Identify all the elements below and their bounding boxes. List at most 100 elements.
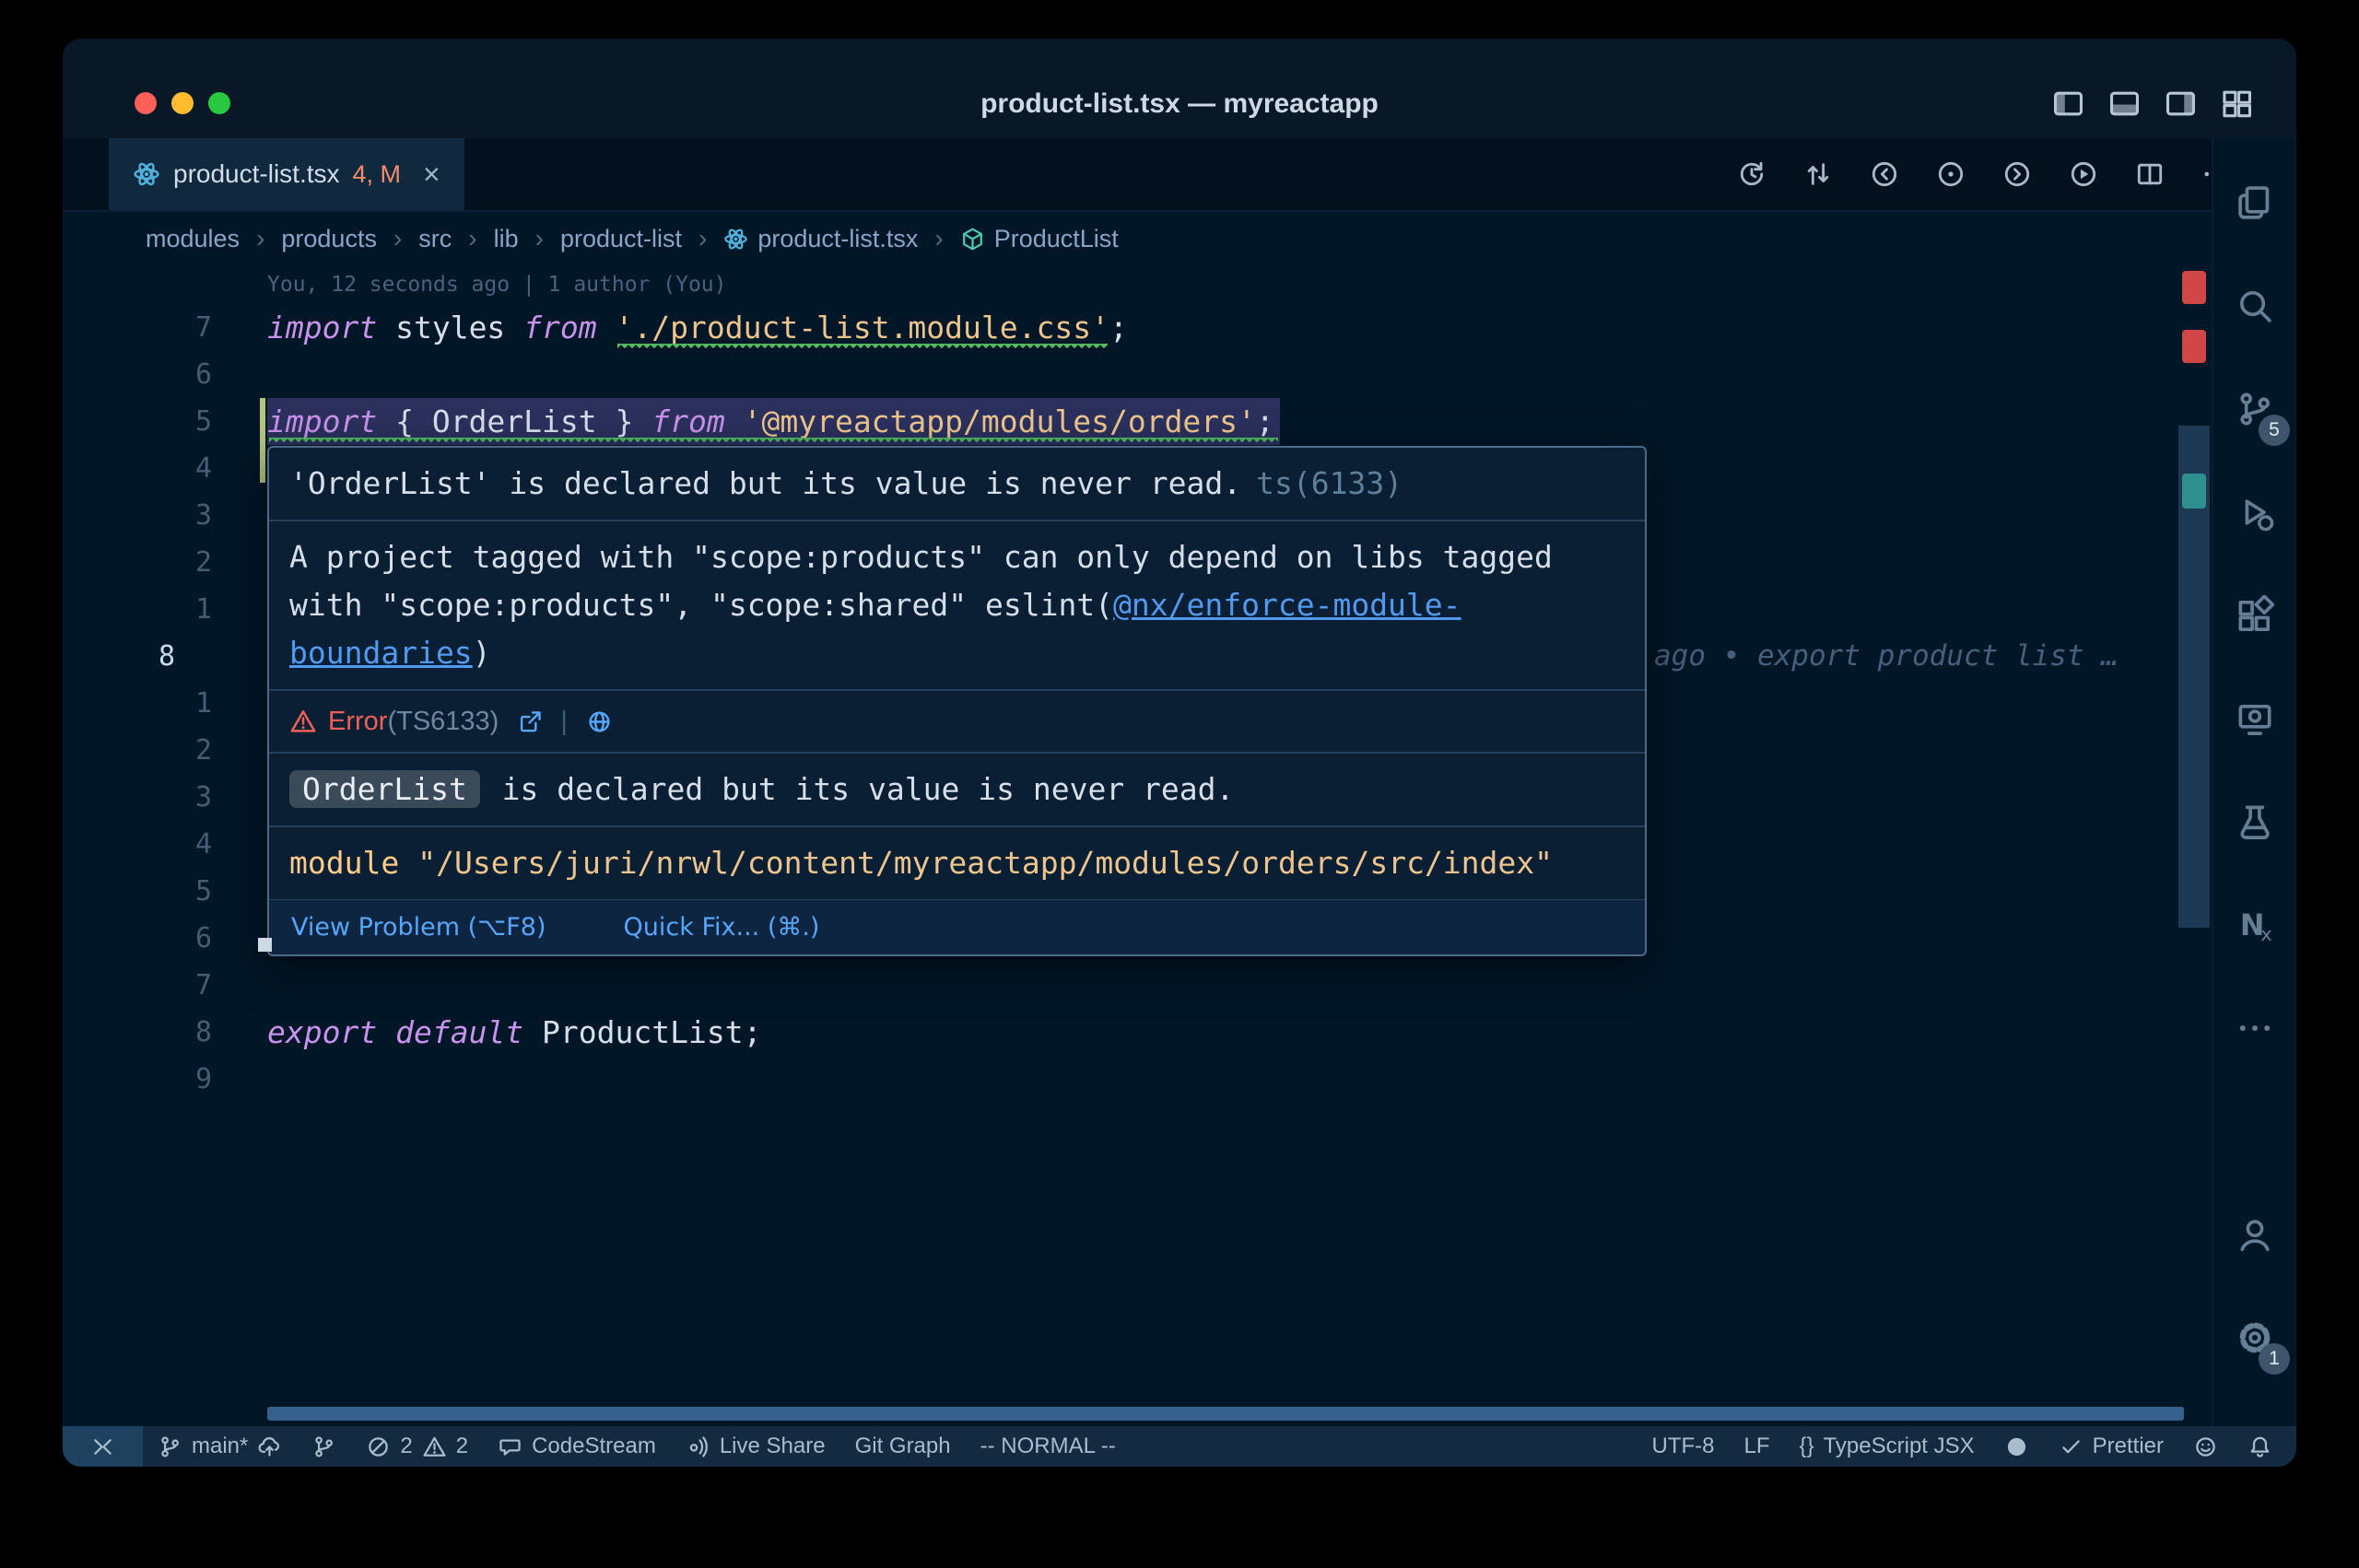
vscode-window: product-list.tsx — myreactapp product-li…: [63, 39, 2296, 1467]
manage[interactable]: 1: [2227, 1310, 2283, 1365]
github[interactable]: [1989, 1426, 2044, 1467]
tab-close-button[interactable]: ×: [423, 160, 440, 188]
symbol-chip: OrderList: [289, 770, 480, 808]
status-bar: main* 22CodeStreamLive Share Git Graph -- N…: [63, 1426, 2296, 1467]
chat-icon: [498, 1434, 522, 1459]
explorer[interactable]: [2227, 175, 2283, 230]
feedback[interactable]: [2178, 1426, 2233, 1467]
separator: |: [560, 703, 568, 740]
line-number: 5: [142, 868, 212, 915]
extensions[interactable]: [2227, 588, 2283, 643]
smiley-icon: [2193, 1434, 2218, 1459]
breadcrumb-label: product-list.tsx: [757, 225, 918, 253]
git-graph[interactable]: Git Graph: [840, 1426, 966, 1467]
end-of-line[interactable]: LF: [1730, 1426, 1785, 1467]
toggle-primary-sidebar[interactable]: [2051, 87, 2085, 121]
testing[interactable]: [2227, 794, 2283, 849]
remote-explorer[interactable]: [2227, 691, 2283, 746]
run-file[interactable]: [2068, 158, 2099, 190]
globe-icon[interactable]: [586, 708, 613, 735]
overview-info-mark: [2182, 474, 2206, 509]
cloud-upload-icon: [257, 1434, 282, 1459]
line-number: 1: [142, 680, 212, 727]
codestream[interactable]: CodeStream: [483, 1426, 671, 1467]
breadcrumb-item-products[interactable]: products: [281, 225, 377, 253]
breadcrumb-item-product-list[interactable]: product-list: [560, 225, 682, 253]
run-and-debug[interactable]: [2227, 485, 2283, 540]
overview-error-mark: [2182, 330, 2206, 363]
label: LF: [1744, 1433, 1770, 1459]
code-line[interactable]: 5import { OrderList } from '@myreactapp/…: [63, 398, 2212, 445]
branch-icon: [158, 1434, 182, 1459]
nx-console[interactable]: Nx: [2227, 897, 2283, 953]
cube-icon: [960, 227, 985, 252]
nx-icon: Nx: [2235, 905, 2275, 945]
files-icon: [2235, 182, 2275, 223]
compare-changes[interactable]: [1802, 158, 1834, 190]
encoding[interactable]: UTF-8: [1637, 1426, 1730, 1467]
notifications[interactable]: [2233, 1426, 2287, 1467]
activity-bar: 5 Nx 1: [2212, 138, 2296, 1426]
code-line[interactable]: 6: [63, 351, 2212, 398]
breadcrumb-item-modules[interactable]: modules: [146, 225, 240, 253]
git-branch[interactable]: main*: [143, 1426, 297, 1467]
split-editor[interactable]: [2134, 158, 2165, 190]
vim-mode[interactable]: -- NORMAL --: [966, 1426, 1131, 1467]
language-mode[interactable]: {}TypeScript JSX: [1785, 1426, 1989, 1467]
hover-footer: View Problem (⌥F8) Quick Fix... (⌘.): [269, 899, 1645, 954]
horizontal-scrollbar[interactable]: [267, 1407, 2184, 1421]
accounts[interactable]: [2227, 1207, 2283, 1262]
next-change[interactable]: [2001, 158, 2033, 190]
warning-icon: [422, 1434, 447, 1459]
remote-icon: [90, 1434, 115, 1459]
previous-change[interactable]: [1869, 158, 1900, 190]
code-line[interactable]: 7 import styles from './product-list.modu…: [63, 304, 2212, 351]
line-number: 3: [142, 774, 212, 821]
branch-compare[interactable]: [297, 1426, 351, 1467]
error-code: (TS6133): [387, 707, 499, 736]
open-external-icon[interactable]: [517, 708, 544, 735]
label: TypeScript JSX: [1824, 1433, 1975, 1459]
customize-layout[interactable]: [2220, 87, 2254, 121]
code-line[interactable]: 9: [63, 1056, 2212, 1103]
problems[interactable]: 22: [351, 1426, 483, 1467]
line-number: 6: [142, 351, 212, 398]
quick-fix-action[interactable]: Quick Fix... (⌘.): [624, 913, 820, 942]
breadcrumb-item-product-list.tsx[interactable]: product-list.tsx: [723, 225, 918, 253]
line-number: 7: [142, 304, 212, 351]
breadcrumb-separator: ›: [934, 224, 943, 253]
line-number: 4: [142, 445, 212, 492]
badge: 1: [2259, 1343, 2290, 1375]
chip-message: is declared but its value is never read.: [484, 771, 1235, 807]
breadcrumb-item-lib[interactable]: lib: [494, 225, 519, 253]
code-line[interactable]: 7: [63, 962, 2212, 1009]
view-problem-action[interactable]: View Problem (⌥F8): [291, 913, 546, 942]
search[interactable]: [2227, 278, 2283, 333]
breadcrumb-label: modules: [146, 225, 240, 253]
hover-symbol-row: OrderList is declared but its value is n…: [269, 754, 1645, 827]
additional-views[interactable]: [2227, 1000, 2283, 1056]
code-line[interactable]: 8export default ProductList;: [63, 1009, 2212, 1056]
line-number: 1: [142, 586, 212, 633]
hover-resize-handle[interactable]: [258, 938, 272, 952]
breadcrumb-item-ProductList[interactable]: ProductList: [960, 225, 1119, 253]
label: Git Graph: [855, 1433, 951, 1459]
code-text: import styles from './product-list.modul…: [267, 304, 1128, 351]
label: 2: [456, 1433, 468, 1459]
label: UTF-8: [1652, 1433, 1715, 1459]
current-change[interactable]: [1935, 158, 1966, 190]
breadcrumb-separator: ›: [535, 224, 544, 253]
hover-popup: 'OrderList' is declared but its value is…: [267, 446, 1647, 956]
live-share[interactable]: Live Share: [671, 1426, 840, 1467]
line-number: 4: [142, 821, 212, 868]
timeline-history[interactable]: [1736, 158, 1767, 190]
toggle-panel[interactable]: [2107, 87, 2142, 121]
line-number: 2: [142, 727, 212, 774]
source-control[interactable]: 5: [2227, 381, 2283, 437]
tab-product-list[interactable]: product-list.tsx 4, M ×: [109, 138, 464, 210]
prettier[interactable]: Prettier: [2044, 1426, 2178, 1467]
toggle-secondary-sidebar[interactable]: [2164, 87, 2198, 121]
remote-indicator[interactable]: [63, 1426, 143, 1467]
breadcrumb-item-src[interactable]: src: [418, 225, 452, 253]
window-title: product-list.tsx — myreactapp: [63, 88, 2296, 120]
